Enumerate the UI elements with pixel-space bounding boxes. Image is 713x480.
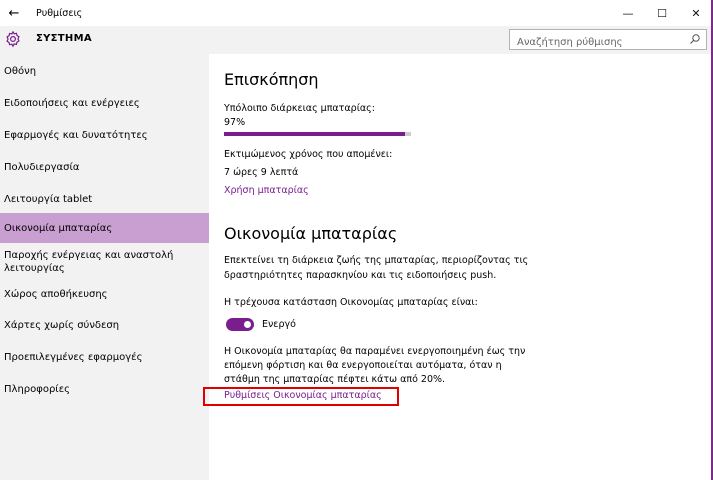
sidebar-item-label: Οθόνη <box>4 65 37 77</box>
sidebar-item-label: Λειτουργία tablet <box>4 193 93 205</box>
close-button[interactable]: ✕ <box>679 0 713 26</box>
sidebar-item-label: Οικονομία μπαταρίας <box>4 222 113 234</box>
note-line1: Η Οικονομία μπαταρίας θα παραμένει ενεργ… <box>224 346 526 357</box>
battery-saver-desc-line2: δραστηριότητες παρασκηνίου και τις ειδοπ… <box>224 270 497 281</box>
sidebar-item-offline-maps[interactable]: Χάρτες χωρίς σύνδεση <box>0 314 209 336</box>
sidebar-item-label: Χώρος αποθήκευσης <box>4 288 108 300</box>
sidebar-item-label: Ειδοποιήσεις και ενέργειες <box>4 97 140 109</box>
sidebar-item-label: Προεπιλεγμένες εφαρμογές <box>4 351 143 363</box>
battery-saver-desc-line1: Επεκτείνει τη διάρκεια ζωής της μπαταρία… <box>224 255 529 266</box>
title-bar: ← Ρυθμίσεις — ☐ ✕ <box>0 0 713 26</box>
toggle-knob <box>244 321 251 328</box>
maximize-button[interactable]: ☐ <box>645 0 679 26</box>
sidebar-item-default-apps[interactable]: Προεπιλεγμένες εφαρμογές <box>0 346 209 368</box>
search-input[interactable] <box>510 33 680 52</box>
battery-usage-link[interactable]: Χρήση μπαταρίας <box>224 185 309 196</box>
estimated-label: Εκτιμώμενος χρόνος που απομένει: <box>224 149 393 160</box>
sidebar-item-display[interactable]: Οθόνη <box>0 60 209 82</box>
battery-progress-bar <box>224 132 411 136</box>
gear-icon <box>6 30 20 48</box>
sidebar-item-notifications[interactable]: Ειδοποιήσεις και ενέργειες <box>0 92 209 114</box>
sidebar-item-power-sleep[interactable]: Παροχής ενέργειας και αναστολή λειτουργί… <box>0 247 209 277</box>
battery-progress-fill <box>224 132 406 136</box>
window-controls: — ☐ ✕ <box>611 0 713 26</box>
sidebar-item-label: Πολυδιεργασία <box>4 161 80 173</box>
sidebar-item-about[interactable]: Πληροφορίες <box>0 378 209 400</box>
note-line2: επόμενη φόρτιση και θα ενεργοποιείται αυ… <box>224 360 502 371</box>
sidebar-item-multitasking[interactable]: Πολυδιεργασία <box>0 156 209 178</box>
toggle-state-label: Ενεργό <box>262 319 296 330</box>
sidebar-item-apps-features[interactable]: Εφαρμογές και δυνατότητες <box>0 124 209 146</box>
sidebar-item-label-line2: λειτουργίας <box>4 263 65 274</box>
highlight-box <box>203 387 399 406</box>
search-icon[interactable] <box>689 33 701 45</box>
battery-saver-heading: Οικονομία μπαταρίας <box>224 224 398 243</box>
section-title: ΣΥΣΤΗΜΑ <box>36 33 92 44</box>
battery-saver-toggle[interactable] <box>226 318 254 331</box>
sidebar-item-battery-saver[interactable]: Οικονομία μπαταρίας <box>0 213 209 243</box>
remaining-value: 97% <box>224 117 246 128</box>
sidebar-item-tablet-mode[interactable]: Λειτουργία tablet <box>0 188 209 210</box>
status-label: Η τρέχουσα κατάσταση Οικονομίας μπαταρία… <box>224 297 478 308</box>
minimize-button[interactable]: — <box>611 0 645 26</box>
window-title: Ρυθμίσεις <box>36 7 83 19</box>
sidebar-item-label: Πληροφορίες <box>4 383 70 395</box>
sidebar: Οθόνη Ειδοποιήσεις και ενέργειες Εφαρμογ… <box>0 54 209 480</box>
back-arrow-icon[interactable]: ← <box>0 0 28 26</box>
search-box[interactable] <box>509 29 707 52</box>
page-header: ΣΥΣΤΗΜΑ <box>0 26 711 54</box>
estimated-value: 7 ώρες 9 λεπτά <box>224 167 299 178</box>
remaining-label: Υπόλοιπο διάρκειας μπαταρίας: <box>224 103 375 114</box>
sidebar-item-label-line1: Παροχής ενέργειας και αναστολή <box>4 250 174 261</box>
sidebar-item-label: Εφαρμογές και δυνατότητες <box>4 129 148 141</box>
sidebar-item-storage[interactable]: Χώρος αποθήκευσης <box>0 283 209 305</box>
sidebar-item-label: Χάρτες χωρίς σύνδεση <box>4 319 120 331</box>
note-line3: στάθμη της μπαταρίας πέφτει κάτω από 20%… <box>224 374 446 385</box>
overview-heading: Επισκόπηση <box>224 70 319 89</box>
